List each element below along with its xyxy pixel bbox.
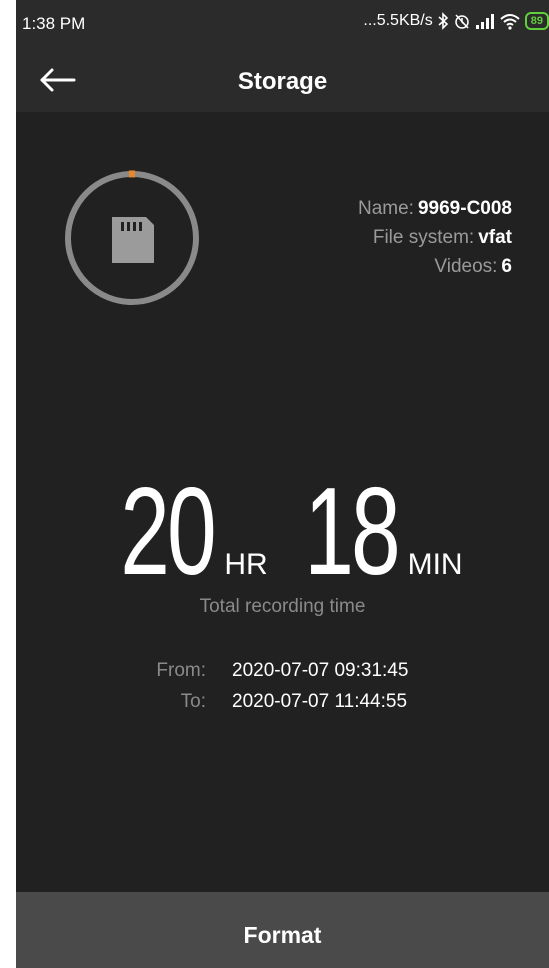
recording-time: 20 HR 18 MIN bbox=[16, 470, 549, 594]
network-speed: ...5.5KB/s bbox=[363, 12, 433, 29]
page-title: Storage bbox=[237, 68, 328, 95]
file-system-value: vfat bbox=[478, 227, 512, 248]
from-value: 2020-07-07 09:31:45 bbox=[232, 660, 409, 681]
videos-value: 6 bbox=[501, 256, 512, 277]
storage-info: Name: 9969-C008 File system: vfat Videos: 6 bbox=[216, 194, 512, 281]
recording-minutes: 18 bbox=[303, 463, 400, 601]
storage-name-row: Name: 9969-C008 bbox=[216, 194, 512, 223]
recording-hours-unit: HR bbox=[224, 548, 268, 581]
from-row: From: 2020-07-07 09:31:45 bbox=[126, 655, 408, 686]
videos-label: Videos: bbox=[434, 256, 498, 277]
app-bar: Storage bbox=[16, 46, 549, 112]
storage-name-label: Name: bbox=[358, 198, 414, 219]
format-button[interactable]: Format bbox=[16, 892, 549, 968]
to-label: To: bbox=[180, 691, 206, 712]
alarm-off-icon bbox=[455, 14, 469, 29]
status-bar: 1:38 PM ...5.5KB/s 89 bbox=[16, 0, 549, 46]
from-label: From: bbox=[156, 660, 206, 681]
videos-row: Videos: 6 bbox=[216, 252, 512, 281]
sd-card-icon bbox=[112, 217, 154, 263]
recording-minutes-unit: MIN bbox=[407, 548, 463, 581]
file-system-row: File system: vfat bbox=[216, 223, 512, 252]
battery-icon: 89 bbox=[524, 12, 549, 30]
recording-hours: 20 bbox=[120, 463, 217, 601]
storage-usage-ring bbox=[65, 170, 199, 305]
status-icons: ...5.5KB/s 89 bbox=[363, 12, 549, 30]
wifi-icon bbox=[500, 14, 520, 30]
storage-screen: 1:38 PM ...5.5KB/s 89 Storage Name: 9969… bbox=[16, 0, 549, 968]
file-system-label: File system: bbox=[372, 227, 475, 248]
bluetooth-icon bbox=[438, 12, 448, 30]
total-recording-label: Total recording time bbox=[199, 596, 366, 617]
signal-icon bbox=[475, 14, 494, 29]
recording-range: From: 2020-07-07 09:31:45 To: 2020-07-07… bbox=[126, 655, 408, 717]
storage-name-value: 9969-C008 bbox=[417, 198, 512, 219]
to-row: To: 2020-07-07 11:44:55 bbox=[126, 686, 408, 717]
to-value: 2020-07-07 11:44:55 bbox=[232, 691, 408, 712]
status-time: 1:38 PM bbox=[22, 14, 86, 33]
